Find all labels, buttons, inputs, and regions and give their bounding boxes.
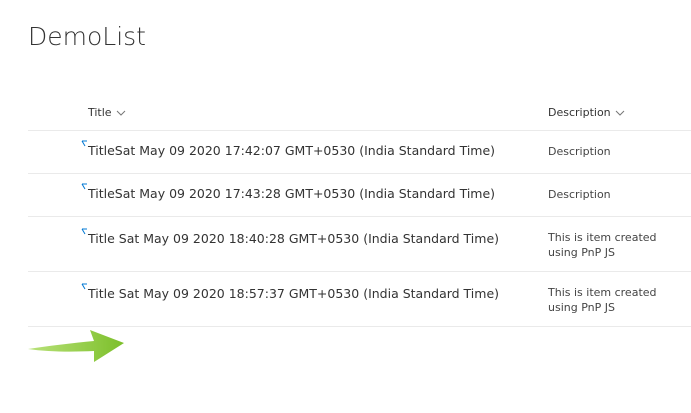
chevron-down-icon xyxy=(116,110,125,116)
list-row[interactable]: Title Sat May 09 2020 18:40:28 GMT+0530 … xyxy=(28,217,691,272)
column-header-description[interactable]: Description xyxy=(548,106,626,119)
title-cell: TitleSat May 09 2020 17:43:28 GMT+0530 (… xyxy=(81,183,495,201)
title-cell: Title Sat May 09 2020 18:57:37 GMT+0530 … xyxy=(81,283,499,301)
new-item-sparkle-icon xyxy=(81,140,87,147)
list-row[interactable]: Title Sat May 09 2020 18:57:37 GMT+0530 … xyxy=(28,272,691,327)
description-cell: This is item created using PnP JS xyxy=(548,231,657,259)
page-title: DemoList xyxy=(28,22,146,51)
description-cell: Description xyxy=(548,145,611,158)
column-header-title[interactable]: Title xyxy=(88,106,127,119)
list-page: DemoList Title Description TitleSat May … xyxy=(0,0,691,413)
chevron-down-icon xyxy=(615,110,625,116)
title-cell: Title Sat May 09 2020 18:40:28 GMT+0530 … xyxy=(81,228,499,246)
item-title-link[interactable]: Title Sat May 09 2020 18:40:28 GMT+0530 … xyxy=(88,231,499,246)
description-cell: Description xyxy=(548,188,611,201)
new-item-sparkle-icon xyxy=(81,183,87,190)
list-row[interactable]: TitleSat May 09 2020 17:43:28 GMT+0530 (… xyxy=(28,174,691,217)
list-view: Title Description TitleSat May 09 2020 1… xyxy=(28,97,691,327)
item-title-link[interactable]: TitleSat May 09 2020 17:43:28 GMT+0530 (… xyxy=(88,186,495,201)
list-row[interactable]: TitleSat May 09 2020 17:42:07 GMT+0530 (… xyxy=(28,131,691,174)
column-header-title-label: Title xyxy=(88,106,112,119)
new-item-sparkle-icon xyxy=(81,228,87,235)
item-title-link[interactable]: Title Sat May 09 2020 18:57:37 GMT+0530 … xyxy=(88,286,499,301)
description-cell: This is item created using PnP JS xyxy=(548,286,657,314)
title-cell: TitleSat May 09 2020 17:42:07 GMT+0530 (… xyxy=(81,140,495,158)
column-header-description-label: Description xyxy=(548,106,611,119)
column-header-row: Title Description xyxy=(28,97,691,131)
green-arrow-icon xyxy=(28,330,124,362)
new-item-sparkle-icon xyxy=(81,283,87,290)
item-title-link[interactable]: TitleSat May 09 2020 17:42:07 GMT+0530 (… xyxy=(88,143,495,158)
